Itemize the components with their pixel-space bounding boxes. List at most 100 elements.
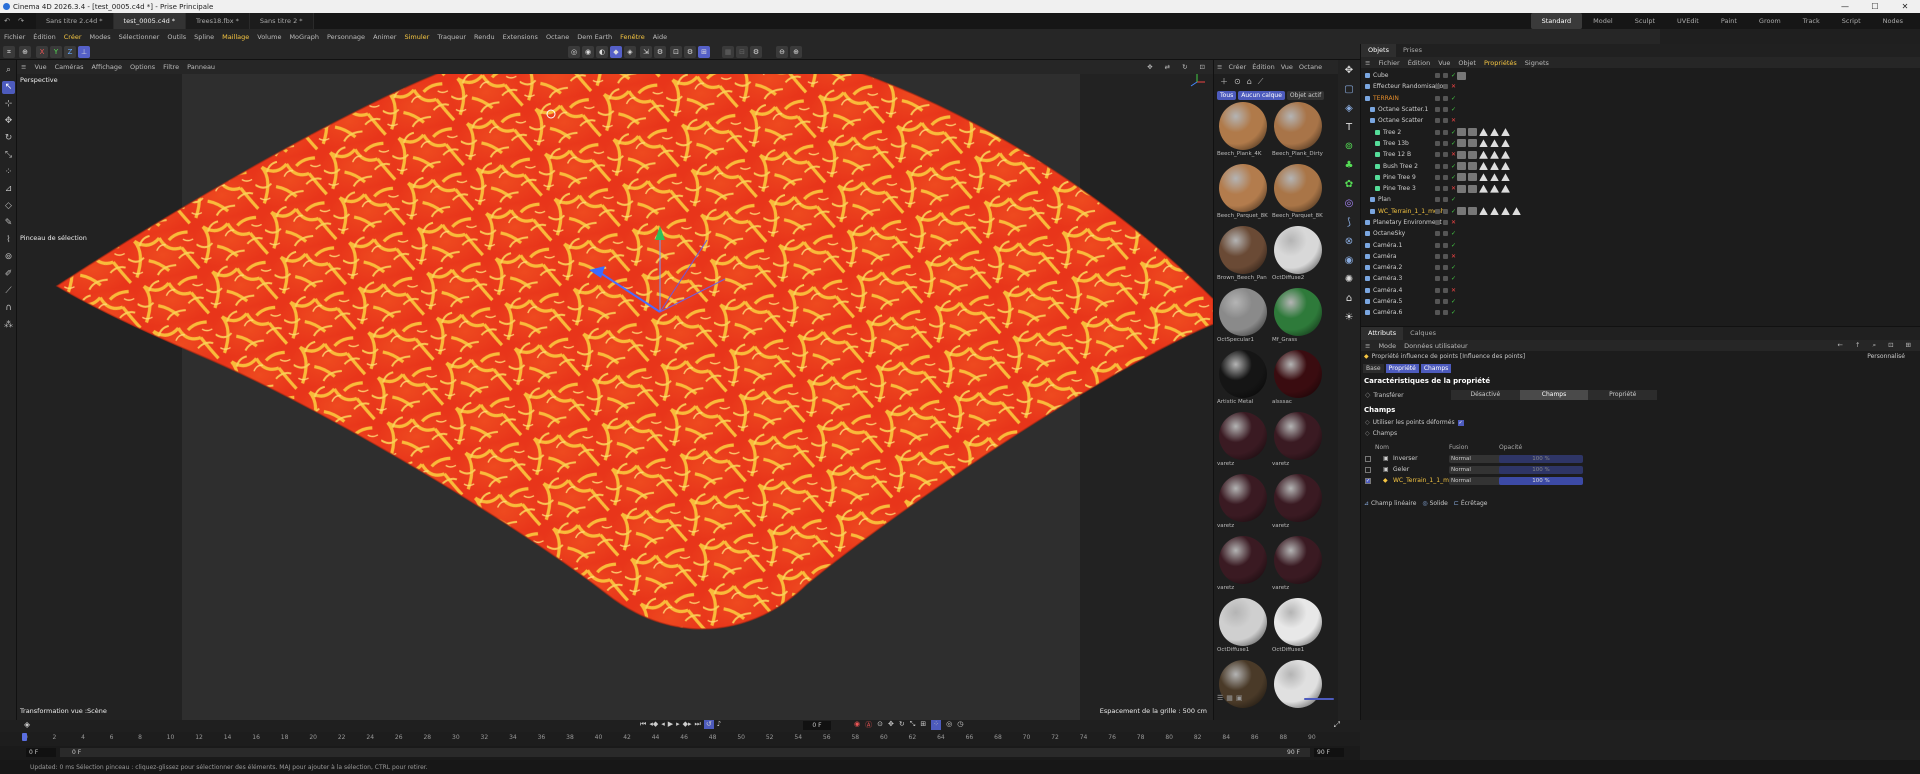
material-tag-icon[interactable] xyxy=(1479,184,1488,193)
doc-tab[interactable]: Sans titre 2.c4d * xyxy=(36,13,114,29)
deformer-icon[interactable]: ◎ xyxy=(1341,196,1357,212)
object-row[interactable]: OctaneSky ✓ xyxy=(1361,228,1920,239)
object-menu-item[interactable]: Fichier xyxy=(1374,59,1403,67)
large-view-icon[interactable]: ▣ xyxy=(1236,694,1243,702)
visibility-flags[interactable]: ✓ xyxy=(1435,95,1456,101)
disabled-x-icon[interactable]: ✕ xyxy=(1451,152,1456,158)
object-row[interactable]: Pine Tree 9 ✓ xyxy=(1361,172,1920,183)
object-row[interactable]: Cube ✓ xyxy=(1361,70,1920,81)
snap-toggle-icon[interactable]: ⇲ xyxy=(640,46,652,58)
object-tags[interactable] xyxy=(1457,150,1510,159)
object-name[interactable]: Pine Tree 9 xyxy=(1383,174,1416,181)
material-tag-icon[interactable] xyxy=(1501,173,1510,182)
hamburger-icon[interactable]: ≡ xyxy=(1361,342,1374,350)
visibility-flags[interactable]: ✕ xyxy=(1435,118,1456,124)
material-tag-icon[interactable] xyxy=(1457,71,1466,80)
material-menu-item[interactable]: Édition xyxy=(1249,63,1278,71)
doc-tab[interactable]: Trees18.fbx * xyxy=(186,13,250,29)
visibility-dot-icon[interactable] xyxy=(1443,140,1448,146)
axis-y-button[interactable]: Y xyxy=(50,46,62,58)
material-item[interactable]: Beech_Plank_Dirty xyxy=(1272,102,1324,164)
object-name[interactable]: Cube xyxy=(1373,72,1389,79)
material-tag-icon[interactable] xyxy=(1468,173,1477,182)
visibility-dot-icon[interactable] xyxy=(1435,276,1440,282)
material-tag-icon[interactable] xyxy=(1490,139,1499,148)
visibility-dot-icon[interactable] xyxy=(1435,253,1440,259)
viewport-menu-item[interactable]: Caméras xyxy=(51,63,88,71)
viewport-menu-item[interactable]: Options xyxy=(126,63,159,71)
enabled-check-icon[interactable]: ✓ xyxy=(1451,163,1456,169)
preset-dropdown[interactable]: Personnalisé xyxy=(1867,353,1905,360)
object-row[interactable]: Effecteur Randomisation ✕ xyxy=(1361,81,1920,92)
gear-icon[interactable]: ⚙ xyxy=(654,46,666,58)
visibility-dot-icon[interactable] xyxy=(1443,186,1448,192)
keyframe-icon[interactable]: ◈ xyxy=(24,720,30,729)
disabled-x-icon[interactable]: ✕ xyxy=(1451,287,1456,293)
material-tag-icon[interactable] xyxy=(1479,150,1488,159)
material-item[interactable]: Beech_Parquet_8K xyxy=(1217,164,1269,226)
visibility-dot-icon[interactable] xyxy=(1435,118,1440,124)
material-item[interactable]: Beech_Parquet_8K xyxy=(1272,164,1324,226)
object-name[interactable]: Caméra.6 xyxy=(1373,309,1402,316)
visibility-dot-icon[interactable] xyxy=(1435,163,1440,169)
material-menu-item[interactable]: Vue xyxy=(1278,63,1296,71)
object-tags[interactable] xyxy=(1457,139,1510,148)
visibility-flags[interactable]: ✓ xyxy=(1435,231,1456,237)
list-view-icon[interactable]: ☰ xyxy=(1217,694,1223,702)
hamburger-icon[interactable]: ≡ xyxy=(1214,63,1225,71)
material-item[interactable]: OctDiffuse2 xyxy=(1272,226,1324,288)
opacity-slider[interactable]: 100 % xyxy=(1499,465,1583,474)
render-view-icon[interactable]: ◉ xyxy=(582,46,594,58)
material-menu-item[interactable]: Créer xyxy=(1225,63,1249,71)
maximize-icon[interactable]: ☐ xyxy=(1860,0,1890,13)
menu-item[interactable]: Créer xyxy=(60,33,86,41)
enabled-check-icon[interactable]: ✓ xyxy=(1451,242,1456,248)
object-row[interactable]: Bush Tree 2 ✓ xyxy=(1361,160,1920,171)
visibility-dot-icon[interactable] xyxy=(1435,310,1440,316)
menu-item[interactable]: Traqueur xyxy=(433,33,470,41)
object-name[interactable]: Octane Scatter.1 xyxy=(1378,106,1428,113)
material-tag-icon[interactable] xyxy=(1479,162,1488,171)
enabled-check-icon[interactable]: ✓ xyxy=(1451,174,1456,180)
knife-icon[interactable]: ⟋ xyxy=(2,285,15,298)
object-name[interactable]: Pine Tree 3 xyxy=(1383,185,1416,192)
rotate-key-icon[interactable]: ↻ xyxy=(899,720,905,730)
select-arrow-icon[interactable]: ↖ xyxy=(2,81,15,94)
menu-item[interactable]: Animer xyxy=(369,33,400,41)
layout-tab[interactable]: Groom xyxy=(1748,13,1792,29)
visibility-dot-icon[interactable] xyxy=(1443,174,1448,180)
object-tags[interactable] xyxy=(1457,162,1510,171)
visibility-dot-icon[interactable] xyxy=(1443,231,1448,237)
layout-tab[interactable]: Paint xyxy=(1710,13,1748,29)
menu-item[interactable]: Octane xyxy=(542,33,573,41)
solid-button[interactable]: ◎ Solide xyxy=(1422,500,1448,507)
opacity-slider[interactable]: 100 % xyxy=(1499,454,1583,463)
object-name[interactable]: Planetary Environment xyxy=(1373,219,1442,226)
menu-item[interactable]: Aide xyxy=(649,33,671,41)
tab-layers[interactable]: Calques xyxy=(1403,327,1443,340)
visibility-flags[interactable]: ✓ xyxy=(1435,129,1456,135)
viewport-menu-item[interactable]: Panneau xyxy=(183,63,219,71)
paint-brush-icon[interactable]: ✐ xyxy=(2,268,15,281)
undo-icon[interactable]: ↶ xyxy=(0,17,14,25)
visibility-flags[interactable]: ✓ xyxy=(1435,265,1456,271)
visibility-dot-icon[interactable] xyxy=(1435,174,1440,180)
search-icon[interactable]: ⌕ xyxy=(2,64,15,77)
tag-icon[interactable]: ⌂ xyxy=(1247,77,1252,86)
material-tag-icon[interactable] xyxy=(1468,162,1477,171)
layout-tab[interactable]: Sculpt xyxy=(1624,13,1666,29)
object-row[interactable]: Caméra.5 ✓ xyxy=(1361,296,1920,307)
frame-range-slider[interactable]: 0 F 90 F xyxy=(60,748,1310,757)
object-tags[interactable] xyxy=(1457,71,1466,80)
filter-all[interactable]: Tous xyxy=(1217,91,1237,100)
segment-fields[interactable]: Champs xyxy=(1519,390,1589,400)
material-menu-item[interactable]: Octane xyxy=(1296,63,1325,71)
object-name[interactable]: OctaneSky xyxy=(1373,230,1405,237)
sculpt-icon[interactable]: ⁂ xyxy=(2,319,15,332)
doc-tab[interactable]: Sans titre 2 * xyxy=(249,13,314,29)
enabled-check-icon[interactable]: ✓ xyxy=(1451,231,1456,237)
axis-x-button[interactable]: X xyxy=(36,46,48,58)
polygons-mode-icon[interactable]: ◇ xyxy=(2,200,15,213)
material-item[interactable] xyxy=(1272,660,1324,722)
keyframe-diamond-icon[interactable]: ◇ xyxy=(1365,419,1370,426)
